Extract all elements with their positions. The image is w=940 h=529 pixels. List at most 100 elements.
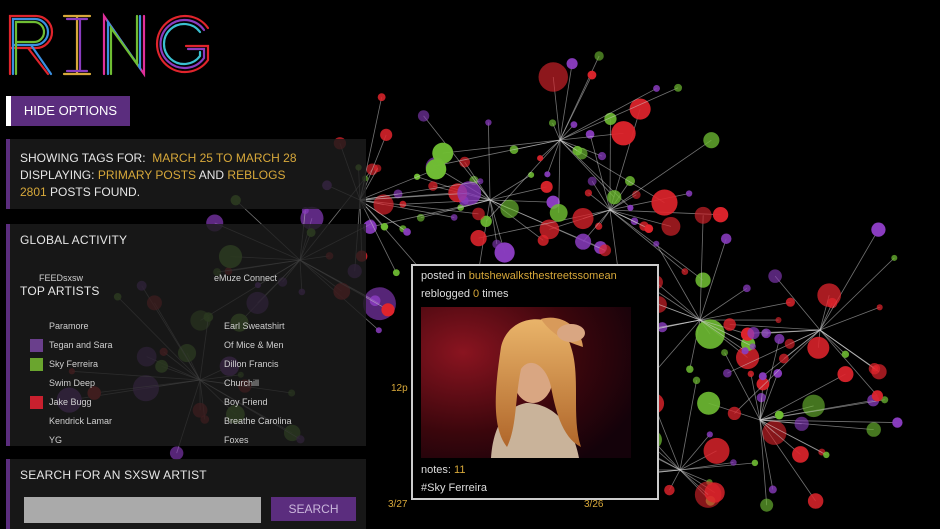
post-bubble[interactable]	[784, 338, 795, 349]
artist-item[interactable]: Churchill	[224, 376, 259, 390]
post-bubble[interactable]	[694, 206, 712, 224]
post-bubble[interactable]	[653, 84, 660, 92]
post-bubble[interactable]	[537, 155, 544, 162]
artist-item[interactable]: Dillon Francis	[224, 357, 279, 371]
post-bubble[interactable]	[727, 406, 742, 421]
post-bubble[interactable]	[399, 200, 407, 208]
artist-item[interactable]: YG	[30, 433, 62, 447]
post-bubble[interactable]	[392, 269, 400, 277]
artist-item[interactable]: Jake Bugg	[30, 395, 92, 410]
search-button[interactable]: SEARCH	[271, 497, 356, 521]
post-bubble[interactable]	[892, 417, 903, 428]
post-bubble[interactable]	[575, 147, 588, 160]
post-bubble[interactable]	[802, 394, 825, 418]
post-bubble[interactable]	[768, 485, 777, 494]
primary-posts-link[interactable]: PRIMARY POSTS	[98, 168, 196, 182]
reblogs-link[interactable]: REBLOGS	[227, 168, 285, 182]
artist-item[interactable]: Boy Friend	[224, 395, 268, 409]
post-bubble[interactable]	[775, 317, 782, 324]
post-bubble[interactable]	[747, 326, 760, 340]
post-bubble[interactable]	[644, 224, 654, 234]
post-bubble[interactable]	[425, 158, 447, 180]
post-bubble[interactable]	[694, 481, 722, 508]
post-bubble[interactable]	[627, 204, 634, 211]
post-bubble[interactable]	[373, 164, 382, 173]
post-bubble[interactable]	[785, 297, 795, 307]
post-bubble[interactable]	[720, 233, 732, 244]
post-bubble[interactable]	[380, 128, 393, 141]
artist-item[interactable]: Tegan and Sara	[30, 338, 113, 353]
post-bubble[interactable]	[697, 391, 721, 415]
post-bubble[interactable]	[377, 93, 386, 102]
post-bubble[interactable]	[706, 431, 713, 438]
post-bubble[interactable]	[572, 207, 594, 230]
artist-item[interactable]: Kendrick Lamar	[30, 414, 112, 428]
post-bubble[interactable]	[470, 229, 487, 247]
post-bubble[interactable]	[703, 132, 720, 149]
blog-name-link[interactable]: butshewalksthestreetssomean	[469, 270, 617, 282]
post-bubble[interactable]	[681, 268, 689, 275]
post-bubble[interactable]	[566, 58, 578, 70]
post-bubble[interactable]	[380, 222, 389, 231]
post-bubble[interactable]	[664, 484, 675, 496]
artist-item[interactable]: Paramore	[30, 319, 89, 333]
artist-item[interactable]: Of Mice & Men	[224, 338, 284, 352]
date-range-link[interactable]: MARCH 25 TO MARCH 28	[152, 151, 296, 165]
post-bubble[interactable]	[570, 121, 578, 129]
post-bubble[interactable]	[540, 180, 553, 193]
post-bubble[interactable]	[730, 459, 737, 466]
post-bubble[interactable]	[723, 368, 732, 378]
post-bubble[interactable]	[841, 350, 850, 359]
post-bubble[interactable]	[807, 336, 830, 359]
post-bubble[interactable]	[774, 333, 785, 344]
post-bubble[interactable]	[747, 370, 755, 378]
post-bubble[interactable]	[773, 369, 783, 378]
post-bubble[interactable]	[774, 410, 784, 420]
post-photo[interactable]	[421, 307, 631, 458]
post-bubble[interactable]	[651, 189, 678, 216]
post-bubble[interactable]	[695, 272, 711, 288]
post-bubble[interactable]	[742, 284, 751, 293]
artist-item[interactable]: Sky Ferreira	[30, 357, 98, 372]
post-bubble[interactable]	[604, 112, 617, 126]
hide-options-button[interactable]: HIDE OPTIONS	[6, 96, 130, 126]
post-bubble[interactable]	[459, 156, 471, 168]
post-bubble[interactable]	[539, 219, 560, 240]
post-bubble[interactable]	[485, 119, 492, 126]
post-bubble[interactable]	[741, 347, 749, 355]
post-bubble[interactable]	[792, 446, 809, 463]
global-item-emuze[interactable]: eMuze Connect	[214, 271, 277, 285]
post-bubble[interactable]	[778, 353, 789, 364]
post-bubble[interactable]	[674, 83, 683, 92]
post-bubble[interactable]	[375, 327, 382, 334]
post-bubble[interactable]	[587, 70, 597, 80]
post-bubble[interactable]	[548, 119, 557, 127]
artist-search-input[interactable]	[24, 497, 261, 523]
post-bubble[interactable]	[876, 304, 883, 311]
post-bubble[interactable]	[381, 303, 395, 317]
post-bubble[interactable]	[599, 244, 612, 257]
artist-item[interactable]: Swim Deep	[30, 376, 95, 390]
post-bubble[interactable]	[477, 178, 484, 185]
post-bubble[interactable]	[866, 422, 881, 437]
post-bubble[interactable]	[692, 376, 701, 385]
tag-link[interactable]: #Sky Ferreira	[421, 482, 487, 494]
artist-item[interactable]: Breathe Carolina	[224, 414, 292, 428]
post-bubble[interactable]	[607, 190, 622, 205]
post-bubble[interactable]	[823, 451, 830, 459]
post-bubble[interactable]	[807, 493, 824, 509]
post-bubble[interactable]	[169, 446, 184, 460]
post-bubble[interactable]	[661, 216, 681, 236]
global-item-feedsxsw[interactable]: FEEDsxsw	[39, 271, 83, 285]
post-bubble[interactable]	[760, 498, 774, 512]
artist-item[interactable]: Foxes	[224, 433, 249, 447]
post-bubble[interactable]	[575, 233, 592, 250]
post-bubble[interactable]	[721, 349, 729, 357]
post-bubble[interactable]	[417, 110, 430, 122]
post-bubble[interactable]	[749, 343, 756, 350]
post-bubble[interactable]	[544, 171, 551, 178]
post-bubble[interactable]	[584, 189, 593, 197]
post-bubble[interactable]	[450, 214, 458, 221]
post-bubble[interactable]	[703, 437, 730, 464]
post-bubble[interactable]	[611, 121, 636, 146]
